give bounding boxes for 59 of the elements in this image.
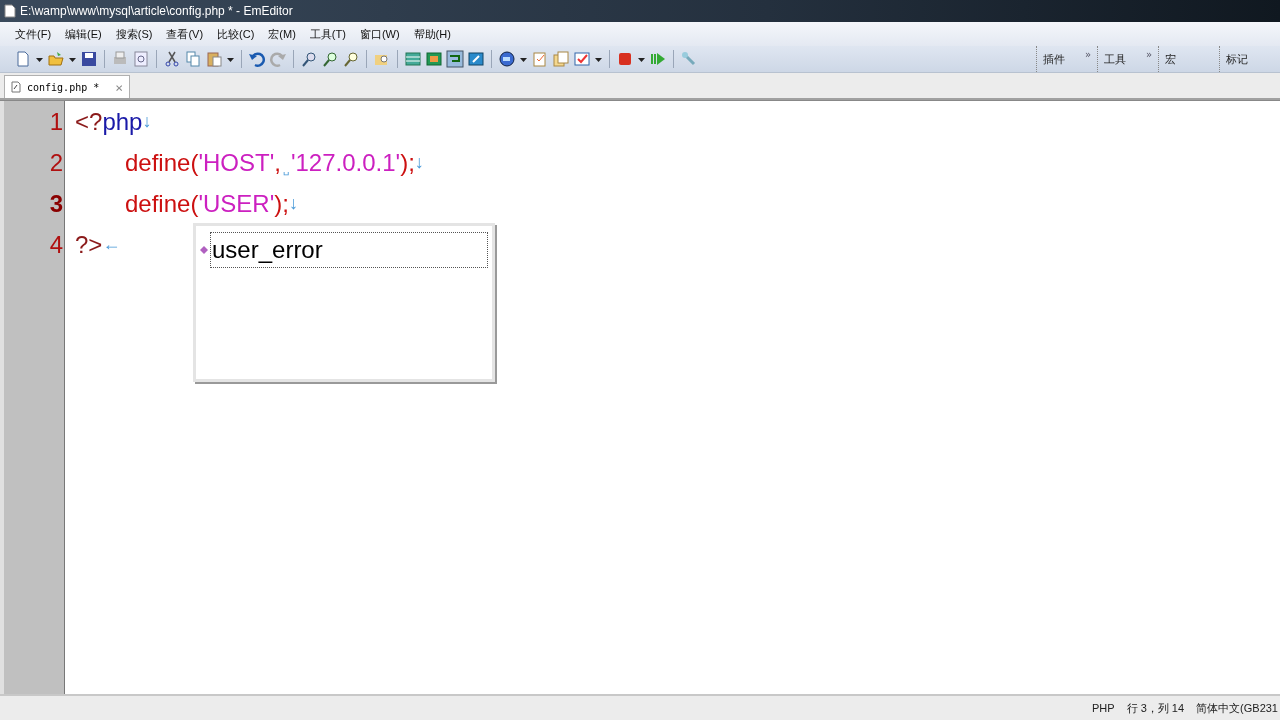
- menu-item[interactable]: 帮助(H): [408, 24, 456, 44]
- cut-icon[interactable]: [163, 50, 181, 68]
- line-end-mark: ↓: [414, 152, 424, 173]
- checklist-icon[interactable]: [573, 50, 591, 68]
- grid-icon[interactable]: [404, 50, 422, 68]
- menu-item[interactable]: 宏(M): [263, 24, 301, 44]
- line-end-mark: ↓: [142, 111, 152, 132]
- encoding: 简体中文(GB231: [1196, 700, 1278, 716]
- code-token: );: [400, 148, 415, 177]
- overflow-chevron[interactable]: »: [1145, 49, 1152, 60]
- menu-item[interactable]: 查看(V): [161, 24, 209, 44]
- find-prev-icon[interactable]: [342, 50, 360, 68]
- undo-icon[interactable]: [248, 50, 266, 68]
- diamond-icon: [200, 246, 208, 254]
- line-end-mark: ↓: [288, 193, 298, 214]
- completion-item[interactable]: user_error: [210, 232, 488, 268]
- code-token: 'HOST': [198, 148, 275, 177]
- image-icon[interactable]: [425, 50, 443, 68]
- tab-label[interactable]: config.php *: [27, 81, 100, 93]
- menu-item[interactable]: 窗口(W): [354, 24, 405, 44]
- line-number: 1: [48, 107, 64, 137]
- code-token: define(: [125, 148, 199, 177]
- status-mode: PHP: [1092, 702, 1115, 714]
- overflow-chevron[interactable]: »: [1084, 49, 1091, 60]
- menu-item[interactable]: 搜索(S): [110, 24, 158, 44]
- app-icon: [4, 4, 16, 18]
- file-tab[interactable]: config.php * ×: [4, 75, 131, 98]
- menu-item[interactable]: 文件(F): [10, 24, 57, 44]
- toolbar-band-label[interactable]: 插件: [1043, 51, 1065, 67]
- code-token: ?>: [75, 230, 103, 259]
- code-token: );: [274, 189, 289, 218]
- space-mark: ␣: [281, 164, 290, 175]
- search-icon[interactable]: [300, 50, 318, 68]
- line-number: 2: [48, 148, 64, 178]
- menu-item[interactable]: 编辑(E): [60, 24, 107, 44]
- find-next-icon[interactable]: [321, 50, 339, 68]
- cursor-position: 行 3，列 14: [1126, 700, 1185, 716]
- code-token: <?: [75, 107, 103, 136]
- toolbar-band-label[interactable]: 宏: [1165, 51, 1176, 67]
- line-number: 4: [48, 230, 64, 260]
- record-icon[interactable]: [616, 50, 634, 68]
- line-number: 3: [48, 189, 64, 219]
- toolbar-band-label[interactable]: 工具: [1104, 51, 1126, 67]
- file-icon: [11, 81, 21, 93]
- code-token: php: [102, 107, 143, 136]
- docs-icon[interactable]: [552, 50, 570, 68]
- code-token: 'USER': [198, 189, 275, 218]
- menu-item[interactable]: 比较(C): [212, 24, 260, 44]
- window-title: E:\wamp\www\mysql\article\config.php * - EmEditor: [20, 4, 293, 18]
- code-token: '127.0.0.1': [290, 148, 401, 177]
- line-end-mark: ←: [102, 234, 121, 255]
- code-token: define(: [125, 189, 199, 218]
- menu-item[interactable]: 工具(T): [304, 24, 351, 44]
- copy-icon[interactable]: [184, 50, 202, 68]
- code-token: ,: [274, 148, 281, 177]
- save-icon[interactable]: [80, 50, 98, 68]
- toolbar-band-label[interactable]: 标记: [1226, 51, 1248, 67]
- preview-icon[interactable]: [132, 50, 150, 68]
- close-button[interactable]: ×: [115, 79, 124, 95]
